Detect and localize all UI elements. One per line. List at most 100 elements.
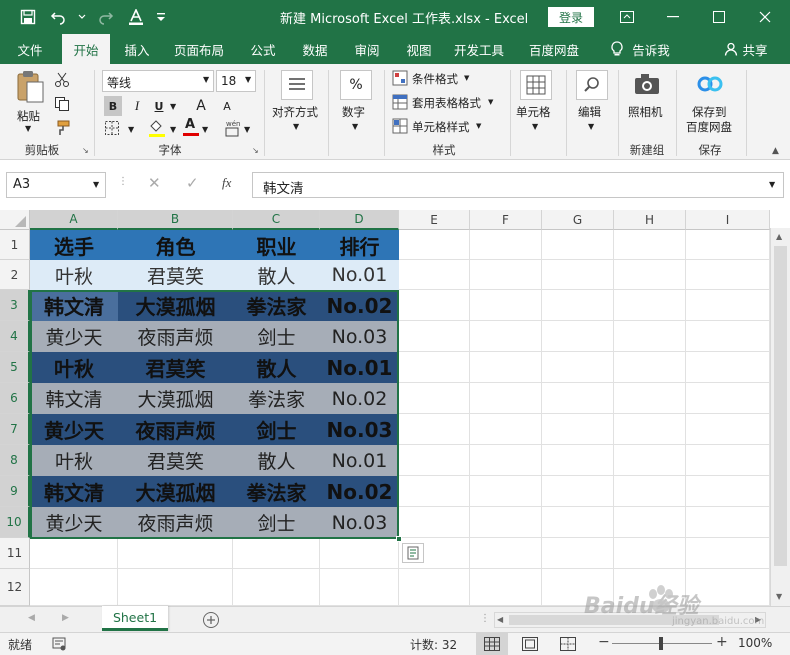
share-button[interactable]: 共享 (718, 34, 774, 64)
login-button[interactable]: 登录 (548, 7, 594, 27)
cell-g3[interactable] (542, 290, 614, 321)
column-header-e[interactable]: E (399, 210, 470, 230)
save-icon[interactable] (18, 7, 38, 27)
cell-g1[interactable] (542, 230, 614, 260)
cell-c8[interactable]: 散人 (233, 445, 320, 476)
scroll-left-icon[interactable]: ◀ (497, 615, 503, 624)
cell-g9[interactable] (542, 476, 614, 507)
cell-b3[interactable]: 大漠孤烟 (118, 290, 233, 321)
cell-c12[interactable] (233, 569, 320, 606)
cell-i5[interactable] (686, 352, 770, 383)
horizontal-scrollbar[interactable]: ◀ ▶ (494, 612, 766, 628)
font-launcher-icon[interactable]: ↘ (252, 146, 259, 155)
grow-font-button[interactable]: A (192, 96, 210, 116)
next-sheet-icon[interactable]: ▶ (62, 613, 69, 623)
cell-f7[interactable] (470, 414, 542, 445)
cell-h11[interactable] (614, 538, 686, 569)
bold-button[interactable]: B (104, 96, 122, 116)
column-header-c[interactable]: C (233, 210, 320, 230)
redo-icon[interactable] (96, 7, 116, 27)
cell-c9[interactable]: 拳法家 (233, 476, 320, 507)
tab-review[interactable]: 审阅 (344, 34, 390, 64)
cell-e12[interactable] (399, 569, 470, 606)
cell-c7[interactable]: 剑士 (233, 414, 320, 445)
cell-d10[interactable]: No.03 (320, 507, 399, 538)
vertical-scrollbar[interactable]: ▲ ▼ (770, 228, 790, 606)
cell-i11[interactable] (686, 538, 770, 569)
minimize-icon[interactable] (650, 0, 696, 34)
cell-c11[interactable] (233, 538, 320, 569)
font-name-select[interactable]: 等线 ▼ (102, 70, 214, 92)
tab-file[interactable]: 文件 (6, 34, 54, 64)
zoom-out-icon[interactable]: − (598, 634, 610, 650)
scroll-thumb[interactable] (774, 246, 787, 566)
cell-h6[interactable] (614, 383, 686, 414)
cell-c2[interactable]: 散人 (233, 260, 320, 290)
maximize-icon[interactable] (696, 0, 742, 34)
cut-icon[interactable] (54, 72, 72, 88)
prev-sheet-icon[interactable]: ◀ (28, 613, 35, 623)
cell-h5[interactable] (614, 352, 686, 383)
clipboard-launcher-icon[interactable]: ↘ (82, 146, 89, 155)
tab-insert[interactable]: 插入 (114, 34, 160, 64)
cell-h2[interactable] (614, 260, 686, 290)
cell-g11[interactable] (542, 538, 614, 569)
cell-i4[interactable] (686, 321, 770, 352)
row-header-1[interactable]: 1 (0, 230, 30, 260)
column-header-f[interactable]: F (470, 210, 542, 230)
cell-i9[interactable] (686, 476, 770, 507)
tab-data[interactable]: 数据 (292, 34, 338, 64)
cell-i6[interactable] (686, 383, 770, 414)
tab-page-layout[interactable]: 页面布局 (166, 34, 232, 64)
shrink-font-button[interactable]: A (218, 96, 236, 116)
cell-e8[interactable] (399, 445, 470, 476)
cell-g4[interactable] (542, 321, 614, 352)
confirm-entry-icon[interactable]: ✓ (186, 174, 204, 194)
cell-a1[interactable]: 选手 (30, 230, 118, 260)
tab-split-grip-icon[interactable]: ⋮ (480, 613, 490, 624)
underline-button[interactable]: U (150, 96, 168, 116)
cell-e3[interactable] (399, 290, 470, 321)
page-layout-view-icon[interactable] (522, 637, 538, 651)
name-box[interactable]: A3 ▼ (6, 172, 106, 198)
cell-b8[interactable]: 君莫笑 (118, 445, 233, 476)
undo-icon[interactable] (48, 7, 68, 27)
cell-c10[interactable]: 剑士 (233, 507, 320, 538)
row-header-2[interactable]: 2 (0, 260, 30, 290)
cell-d7[interactable]: No.03 (320, 414, 399, 445)
cell-d5[interactable]: No.01 (320, 352, 399, 383)
cell-e6[interactable] (399, 383, 470, 414)
format-as-table-button[interactable]: 套用表格格式 ▼ (392, 94, 502, 112)
cell-b5[interactable]: 君莫笑 (118, 352, 233, 383)
cell-a8[interactable]: 叶秋 (30, 445, 118, 476)
cell-a7[interactable]: 黄少天 (30, 414, 118, 445)
select-all-corner[interactable] (0, 210, 30, 230)
save-to-baidu-button[interactable]: 保存到 百度网盘 (680, 72, 740, 138)
row-header-4[interactable]: 4 (0, 321, 30, 352)
number-format-button[interactable]: % 数字 ▼ (334, 70, 378, 134)
scroll-up-icon[interactable]: ▲ (776, 232, 782, 241)
cell-a9[interactable]: 韩文清 (30, 476, 118, 507)
cell-b9[interactable]: 大漠孤烟 (118, 476, 233, 507)
fill-color-dropdown-icon[interactable]: ▼ (170, 125, 176, 134)
cell-f12[interactable] (470, 569, 542, 606)
cell-a12[interactable] (30, 569, 118, 606)
sheet-tab-sheet1[interactable]: Sheet1 (102, 606, 168, 631)
copy-icon[interactable] (54, 96, 80, 112)
scroll-down-icon[interactable]: ▼ (776, 592, 782, 601)
cell-c1[interactable]: 职业 (233, 230, 320, 260)
cell-h3[interactable] (614, 290, 686, 321)
cell-i7[interactable] (686, 414, 770, 445)
camera-button[interactable]: 照相机 (624, 72, 670, 126)
cell-c4[interactable]: 剑士 (233, 321, 320, 352)
cell-e5[interactable] (399, 352, 470, 383)
cell-h7[interactable] (614, 414, 686, 445)
fill-handle[interactable] (396, 536, 402, 542)
cell-a5[interactable]: 叶秋 (30, 352, 118, 383)
h-scroll-thumb[interactable] (509, 615, 719, 625)
tell-me-search[interactable]: 告诉我 (602, 34, 678, 64)
cell-a2[interactable]: 叶秋 (30, 260, 118, 290)
cell-b7[interactable]: 夜雨声烦 (118, 414, 233, 445)
cell-d4[interactable]: No.03 (320, 321, 399, 352)
ribbon-display-options-icon[interactable] (604, 0, 650, 34)
